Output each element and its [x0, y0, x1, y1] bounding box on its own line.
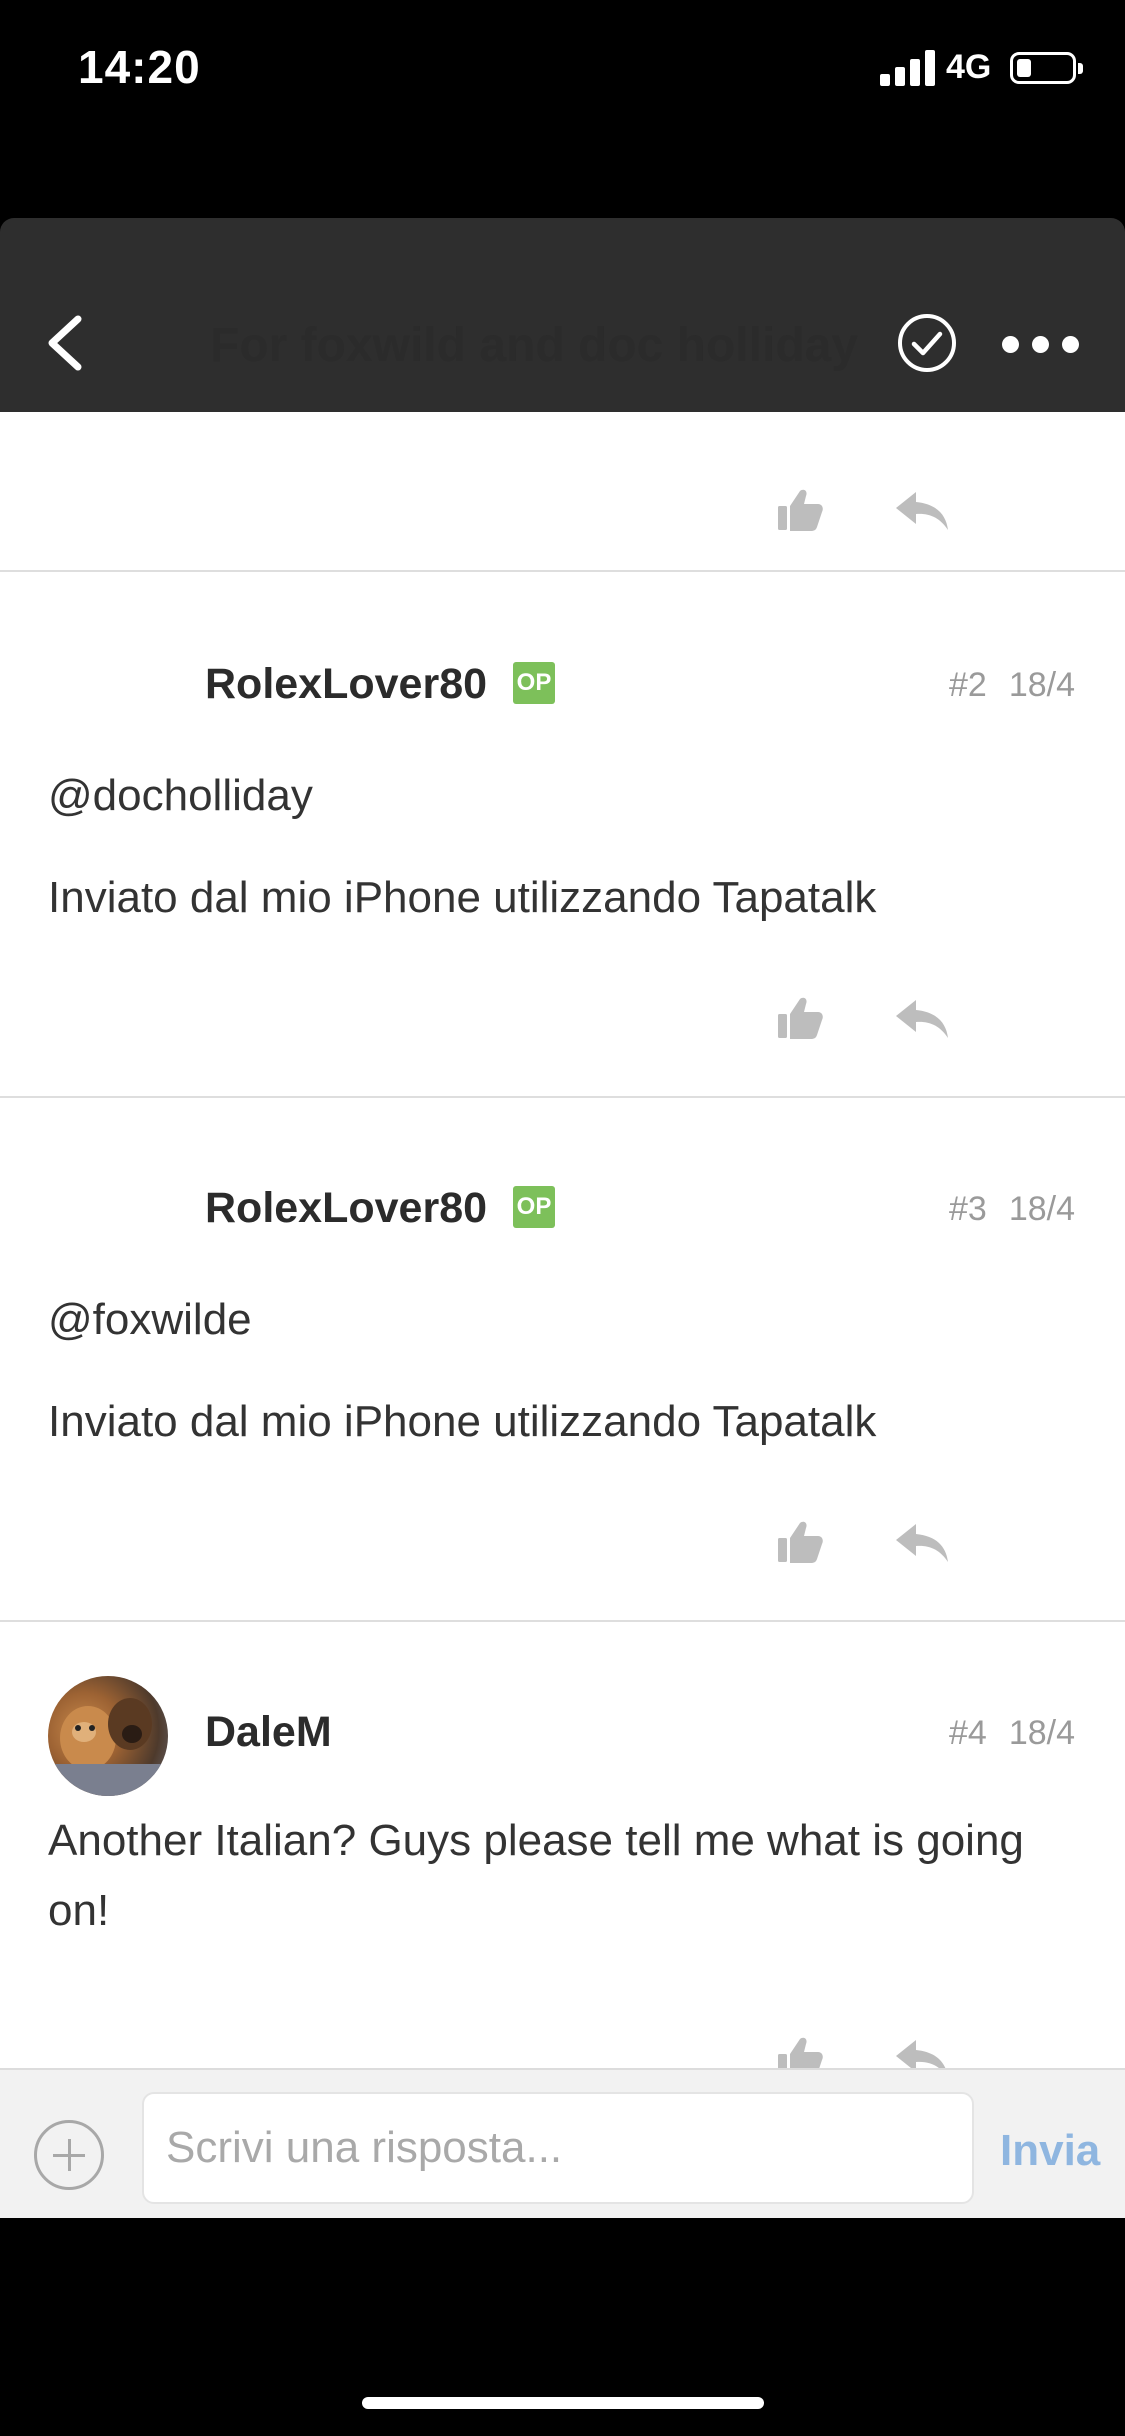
post-number: #2 [948, 666, 987, 704]
reply-icon[interactable] [894, 998, 950, 1040]
post-date: 18/4 [1008, 666, 1075, 704]
reply-composer: Invia [0, 2068, 1125, 2218]
thumbs-up-icon[interactable] [776, 1520, 824, 1564]
avatar[interactable] [48, 1676, 168, 1796]
post-number: #3 [948, 1190, 987, 1228]
network-type: 4G [946, 48, 992, 86]
post-signature: Inviato dal mio iPhone utilizzando Tapat… [48, 873, 877, 922]
op-badge: OP [513, 1186, 555, 1228]
add-attachment-icon[interactable] [34, 2120, 104, 2190]
status-bar: 14:20 4G [0, 0, 1125, 140]
reply-icon[interactable] [894, 2038, 950, 2068]
post-body: Another Italian? Guys please tell me wha… [48, 1816, 1024, 1935]
reply-icon[interactable] [894, 1522, 950, 1564]
post-meta: #3 18/4 [949, 1190, 1075, 1229]
more-options-icon[interactable] [996, 322, 1086, 364]
post-mention: @foxwilde [48, 1295, 252, 1344]
post-author[interactable]: RolexLover80 [205, 660, 487, 709]
reply-icon[interactable] [894, 490, 950, 532]
post-item: RolexLover80 OP #3 18/4 @foxwilde Inviato… [0, 1096, 1125, 1620]
thumbs-up-icon[interactable] [776, 488, 824, 532]
post-meta: #4 18/4 [949, 1714, 1075, 1753]
post-signature: Inviato dal mio iPhone utilizzando Tapat… [48, 1397, 877, 1446]
thumbs-up-icon[interactable] [776, 2036, 824, 2068]
post-author[interactable]: DaleM [205, 1708, 332, 1757]
op-badge: OP [513, 662, 555, 704]
signal-icon [880, 50, 936, 86]
reply-input[interactable] [142, 2092, 974, 2204]
post-date: 18/4 [1008, 1714, 1075, 1752]
post-author[interactable]: RolexLover80 [205, 1184, 487, 1233]
check-circle-icon[interactable] [896, 312, 958, 374]
thumbs-up-icon[interactable] [776, 996, 824, 1040]
post-mention: @docholliday [48, 771, 313, 820]
post-meta: #2 18/4 [949, 666, 1075, 705]
status-time: 14:20 [78, 41, 201, 93]
home-indicator[interactable] [362, 2397, 764, 2409]
post-number: #4 [948, 1714, 987, 1752]
posts-list: RolexLover80 OP #2 18/4 @docholliday Invi… [0, 412, 1125, 2068]
battery-icon [1010, 52, 1083, 84]
thread-title: For foxwild and doc holliday [210, 319, 859, 372]
send-button[interactable]: Invia [1000, 2126, 1100, 2176]
post-item: RolexLover80 OP #2 18/4 @docholliday Invi… [0, 570, 1125, 1096]
post-item: DaleM #4 18/4 Another Italian? Guys pleas… [0, 1620, 1125, 2068]
back-icon[interactable] [38, 305, 98, 381]
post-date: 18/4 [1008, 1190, 1075, 1228]
